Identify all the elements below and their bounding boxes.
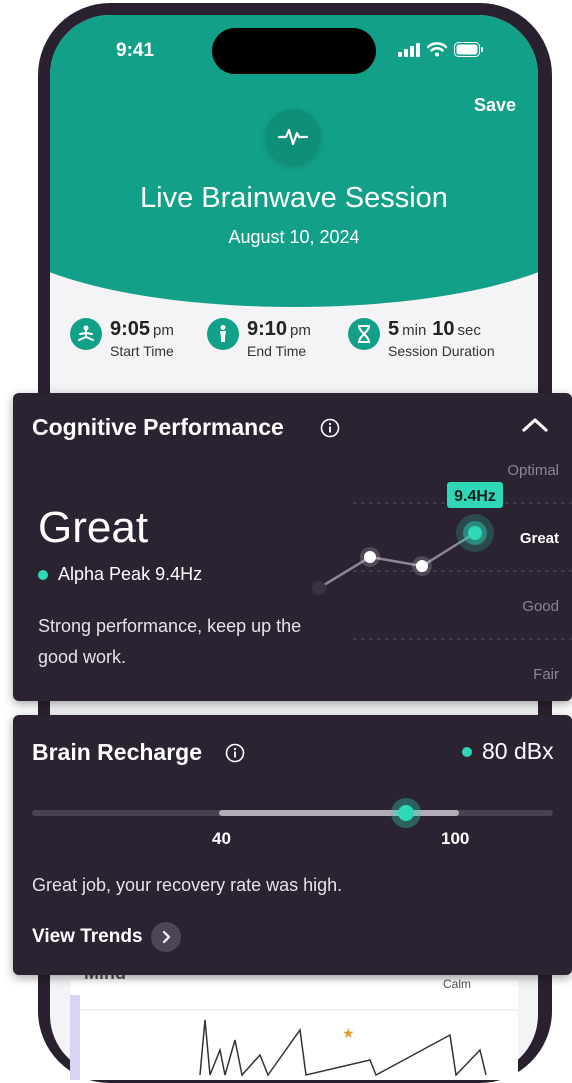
duration-sec-unit: sec — [457, 322, 481, 339]
duration-minutes: 5 — [388, 318, 400, 340]
recharge-title: Brain Recharge — [32, 739, 203, 765]
info-icon[interactable] — [320, 418, 340, 443]
start-time-stat: 9:05 pm Start Time — [70, 318, 174, 359]
session-date: August 10, 2024 — [228, 227, 360, 247]
level-label-optimal: Optimal — [507, 462, 559, 479]
duration-min-unit: min — [402, 322, 427, 339]
performance-description: Strong performance, keep up the good wor… — [38, 616, 302, 667]
meditation-icon — [70, 318, 102, 350]
collapse-chevron-icon[interactable] — [521, 415, 549, 440]
duration-seconds: 10 — [432, 318, 455, 340]
alpha-peak: Alpha Peak 9.4Hz — [38, 564, 202, 585]
current-point — [468, 526, 482, 540]
trend-line — [318, 531, 476, 590]
person-standing-icon — [207, 318, 239, 350]
recharge-value: 80 dBx — [462, 738, 554, 765]
performance-trend-chart: Optimal Great Good Fair 9.4Hz — [312, 462, 572, 683]
background-calm-label: Calm — [443, 977, 472, 991]
start-time-unit: pm — [153, 322, 174, 339]
recharge-value-text: 80 dBx — [482, 738, 554, 764]
trend-point — [416, 560, 428, 572]
view-trends-button[interactable]: View Trends — [32, 922, 181, 952]
end-time-stat: 9:10 pm End Time — [207, 318, 311, 359]
duration-stat: 5 min 10 sec Session Duration — [348, 318, 495, 359]
duration-label: Session Duration — [388, 343, 495, 359]
view-trends-label: View Trends — [32, 926, 143, 947]
dynamic-island — [212, 28, 376, 74]
range-max-label: 100 — [441, 829, 470, 848]
battery-icon — [454, 42, 483, 57]
start-time-label: Start Time — [110, 343, 174, 359]
range-min-label: 40 — [212, 829, 231, 848]
svg-text:★: ★ — [342, 1025, 355, 1041]
status-icons — [398, 42, 484, 57]
info-icon[interactable] — [225, 743, 245, 768]
level-label-good: Good — [522, 598, 559, 615]
end-time-value: 9:10 — [247, 318, 288, 340]
end-time-label: End Time — [247, 343, 307, 359]
session-title: Live Brainwave Session — [140, 182, 448, 214]
status-time: 9:41 — [116, 40, 155, 61]
performance-rating: Great — [38, 503, 149, 552]
hourglass-icon — [348, 318, 380, 350]
trend-point — [364, 551, 376, 563]
current-value-label: 9.4Hz — [454, 488, 496, 505]
wifi-icon — [427, 42, 447, 57]
save-button[interactable]: Save — [474, 95, 516, 116]
end-time-unit: pm — [290, 322, 311, 339]
recharge-description: Great job, your recovery rate was high. — [32, 875, 343, 895]
signal-icon — [398, 42, 420, 57]
trend-point — [312, 581, 326, 595]
level-label-fair: Fair — [533, 666, 559, 683]
level-label-great: Great — [520, 530, 559, 547]
accent-dot — [38, 569, 48, 580]
chevron-right-icon — [150, 922, 181, 952]
alpha-peak-label: Alpha Peak 9.4Hz — [58, 564, 203, 584]
brain-recharge-card: Brain Recharge 80 dBx 40 100 Great job, … — [13, 715, 572, 975]
app-stage: 9:41 Save Live Brainwave Session August … — [0, 0, 572, 1083]
recharge-slider-thumb[interactable] — [391, 798, 421, 828]
background-mind-section: ★ — [70, 980, 518, 1080]
pulse-icon — [265, 109, 321, 165]
accent-dot — [462, 746, 472, 757]
start-time-value: 9:05 — [110, 318, 151, 340]
recharge-range-bar — [219, 810, 459, 816]
cognitive-performance-card: Cognitive Performance Great Alpha Peak 9… — [13, 393, 572, 701]
cognitive-title: Cognitive Performance — [32, 414, 284, 440]
